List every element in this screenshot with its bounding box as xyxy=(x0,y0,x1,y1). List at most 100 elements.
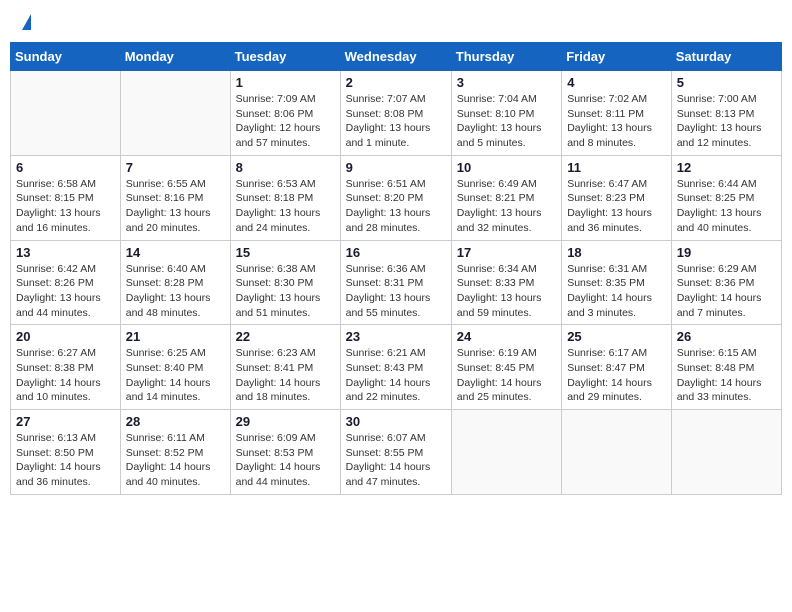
calendar-cell: 4 Sunrise: 7:02 AMSunset: 8:11 PMDaylight… xyxy=(562,71,672,156)
day-info: Sunrise: 6:42 AMSunset: 8:26 PMDaylight:… xyxy=(16,262,115,321)
calendar-cell: 22 Sunrise: 6:23 AMSunset: 8:41 PMDayligh… xyxy=(230,325,340,410)
calendar-header-row: SundayMondayTuesdayWednesdayThursdayFrid… xyxy=(11,43,782,71)
day-info: Sunrise: 6:44 AMSunset: 8:25 PMDaylight:… xyxy=(677,177,776,236)
calendar-cell: 6Sunrise: 6:58 AMSunset: 8:15 PMDaylight… xyxy=(11,155,121,240)
day-info: Sunrise: 6:17 AMSunset: 8:47 PMDaylight:… xyxy=(567,346,666,405)
day-info: Sunrise: 6:09 AMSunset: 8:53 PMDaylight:… xyxy=(236,431,335,490)
day-number: 11 xyxy=(567,160,666,175)
day-number: 22 xyxy=(236,329,335,344)
day-info: Sunrise: 6:19 AMSunset: 8:45 PMDaylight:… xyxy=(457,346,556,405)
calendar-cell: 14 Sunrise: 6:40 AMSunset: 8:28 PMDayligh… xyxy=(120,240,230,325)
calendar-cell: 26 Sunrise: 6:15 AMSunset: 8:48 PMDayligh… xyxy=(671,325,781,410)
calendar-header-saturday: Saturday xyxy=(671,43,781,71)
day-number: 30 xyxy=(346,414,446,429)
calendar-cell: 23 Sunrise: 6:21 AMSunset: 8:43 PMDayligh… xyxy=(340,325,451,410)
day-number: 26 xyxy=(677,329,776,344)
calendar-week-5: 27 Sunrise: 6:13 AMSunset: 8:50 PMDayligh… xyxy=(11,410,782,495)
calendar-cell: 28 Sunrise: 6:11 AMSunset: 8:52 PMDayligh… xyxy=(120,410,230,495)
day-number: 25 xyxy=(567,329,666,344)
day-info: Sunrise: 6:31 AMSunset: 8:35 PMDaylight:… xyxy=(567,262,666,321)
day-number: 12 xyxy=(677,160,776,175)
day-number: 16 xyxy=(346,245,446,260)
page-header xyxy=(10,10,782,34)
calendar-cell: 1 Sunrise: 7:09 AMSunset: 8:06 PMDaylight… xyxy=(230,71,340,156)
day-info: Sunrise: 6:55 AMSunset: 8:16 PMDaylight:… xyxy=(126,177,225,236)
day-info: Sunrise: 6:15 AMSunset: 8:48 PMDaylight:… xyxy=(677,346,776,405)
calendar-cell: 9 Sunrise: 6:51 AMSunset: 8:20 PMDaylight… xyxy=(340,155,451,240)
day-number: 28 xyxy=(126,414,225,429)
day-number: 23 xyxy=(346,329,446,344)
day-info: Sunrise: 6:07 AMSunset: 8:55 PMDaylight:… xyxy=(346,431,446,490)
day-number: 18 xyxy=(567,245,666,260)
day-number: 15 xyxy=(236,245,335,260)
calendar-week-2: 6Sunrise: 6:58 AMSunset: 8:15 PMDaylight… xyxy=(11,155,782,240)
calendar-cell: 11 Sunrise: 6:47 AMSunset: 8:23 PMDayligh… xyxy=(562,155,672,240)
calendar-cell xyxy=(11,71,121,156)
day-info: Sunrise: 7:00 AMSunset: 8:13 PMDaylight:… xyxy=(677,92,776,151)
day-info: Sunrise: 6:21 AMSunset: 8:43 PMDaylight:… xyxy=(346,346,446,405)
calendar-cell: 7 Sunrise: 6:55 AMSunset: 8:16 PMDaylight… xyxy=(120,155,230,240)
day-number: 3 xyxy=(457,75,556,90)
calendar-cell xyxy=(671,410,781,495)
day-number: 21 xyxy=(126,329,225,344)
calendar-cell: 18 Sunrise: 6:31 AMSunset: 8:35 PMDayligh… xyxy=(562,240,672,325)
day-info: Sunrise: 6:40 AMSunset: 8:28 PMDaylight:… xyxy=(126,262,225,321)
day-number: 1 xyxy=(236,75,335,90)
day-info: Sunrise: 6:58 AMSunset: 8:15 PMDaylight:… xyxy=(16,177,115,236)
calendar-cell: 13 Sunrise: 6:42 AMSunset: 8:26 PMDayligh… xyxy=(11,240,121,325)
calendar-cell: 8 Sunrise: 6:53 AMSunset: 8:18 PMDaylight… xyxy=(230,155,340,240)
calendar-header-thursday: Thursday xyxy=(451,43,561,71)
day-number: 5 xyxy=(677,75,776,90)
day-info: Sunrise: 6:25 AMSunset: 8:40 PMDaylight:… xyxy=(126,346,225,405)
calendar-header-wednesday: Wednesday xyxy=(340,43,451,71)
calendar-cell xyxy=(562,410,672,495)
logo xyxy=(18,14,31,30)
calendar-cell: 16 Sunrise: 6:36 AMSunset: 8:31 PMDayligh… xyxy=(340,240,451,325)
calendar-cell: 10Sunrise: 6:49 AMSunset: 8:21 PMDayligh… xyxy=(451,155,561,240)
day-number: 8 xyxy=(236,160,335,175)
calendar-cell xyxy=(451,410,561,495)
day-info: Sunrise: 7:02 AMSunset: 8:11 PMDaylight:… xyxy=(567,92,666,151)
calendar-week-1: 1 Sunrise: 7:09 AMSunset: 8:06 PMDaylight… xyxy=(11,71,782,156)
calendar-header-tuesday: Tuesday xyxy=(230,43,340,71)
day-number: 24 xyxy=(457,329,556,344)
day-info: Sunrise: 6:13 AMSunset: 8:50 PMDaylight:… xyxy=(16,431,115,490)
day-info: Sunrise: 6:38 AMSunset: 8:30 PMDaylight:… xyxy=(236,262,335,321)
day-number: 14 xyxy=(126,245,225,260)
calendar-cell: 29Sunrise: 6:09 AMSunset: 8:53 PMDayligh… xyxy=(230,410,340,495)
calendar-table: SundayMondayTuesdayWednesdayThursdayFrid… xyxy=(10,42,782,495)
day-number: 17 xyxy=(457,245,556,260)
calendar-header-sunday: Sunday xyxy=(11,43,121,71)
day-info: Sunrise: 6:34 AMSunset: 8:33 PMDaylight:… xyxy=(457,262,556,321)
calendar-cell: 20 Sunrise: 6:27 AMSunset: 8:38 PMDayligh… xyxy=(11,325,121,410)
day-info: Sunrise: 6:49 AMSunset: 8:21 PMDaylight:… xyxy=(457,177,556,236)
day-info: Sunrise: 6:51 AMSunset: 8:20 PMDaylight:… xyxy=(346,177,446,236)
day-info: Sunrise: 6:47 AMSunset: 8:23 PMDaylight:… xyxy=(567,177,666,236)
day-number: 13 xyxy=(16,245,115,260)
day-number: 20 xyxy=(16,329,115,344)
day-number: 19 xyxy=(677,245,776,260)
day-info: Sunrise: 7:04 AMSunset: 8:10 PMDaylight:… xyxy=(457,92,556,151)
day-info: Sunrise: 7:07 AMSunset: 8:08 PMDaylight:… xyxy=(346,92,446,151)
day-info: Sunrise: 6:23 AMSunset: 8:41 PMDaylight:… xyxy=(236,346,335,405)
calendar-header-monday: Monday xyxy=(120,43,230,71)
day-number: 4 xyxy=(567,75,666,90)
calendar-cell: 25 Sunrise: 6:17 AMSunset: 8:47 PMDayligh… xyxy=(562,325,672,410)
day-number: 7 xyxy=(126,160,225,175)
day-info: Sunrise: 6:11 AMSunset: 8:52 PMDaylight:… xyxy=(126,431,225,490)
day-info: Sunrise: 6:53 AMSunset: 8:18 PMDaylight:… xyxy=(236,177,335,236)
calendar-cell: 27 Sunrise: 6:13 AMSunset: 8:50 PMDayligh… xyxy=(11,410,121,495)
calendar-cell: 3 Sunrise: 7:04 AMSunset: 8:10 PMDaylight… xyxy=(451,71,561,156)
day-info: Sunrise: 6:29 AMSunset: 8:36 PMDaylight:… xyxy=(677,262,776,321)
calendar-week-4: 20 Sunrise: 6:27 AMSunset: 8:38 PMDayligh… xyxy=(11,325,782,410)
day-info: Sunrise: 6:27 AMSunset: 8:38 PMDaylight:… xyxy=(16,346,115,405)
day-number: 9 xyxy=(346,160,446,175)
day-info: Sunrise: 6:36 AMSunset: 8:31 PMDaylight:… xyxy=(346,262,446,321)
calendar-cell: 30 Sunrise: 6:07 AMSunset: 8:55 PMDayligh… xyxy=(340,410,451,495)
calendar-week-3: 13 Sunrise: 6:42 AMSunset: 8:26 PMDayligh… xyxy=(11,240,782,325)
calendar-cell: 15 Sunrise: 6:38 AMSunset: 8:30 PMDayligh… xyxy=(230,240,340,325)
calendar-cell: 17 Sunrise: 6:34 AMSunset: 8:33 PMDayligh… xyxy=(451,240,561,325)
calendar-header-friday: Friday xyxy=(562,43,672,71)
day-info: Sunrise: 7:09 AMSunset: 8:06 PMDaylight:… xyxy=(236,92,335,151)
day-number: 27 xyxy=(16,414,115,429)
